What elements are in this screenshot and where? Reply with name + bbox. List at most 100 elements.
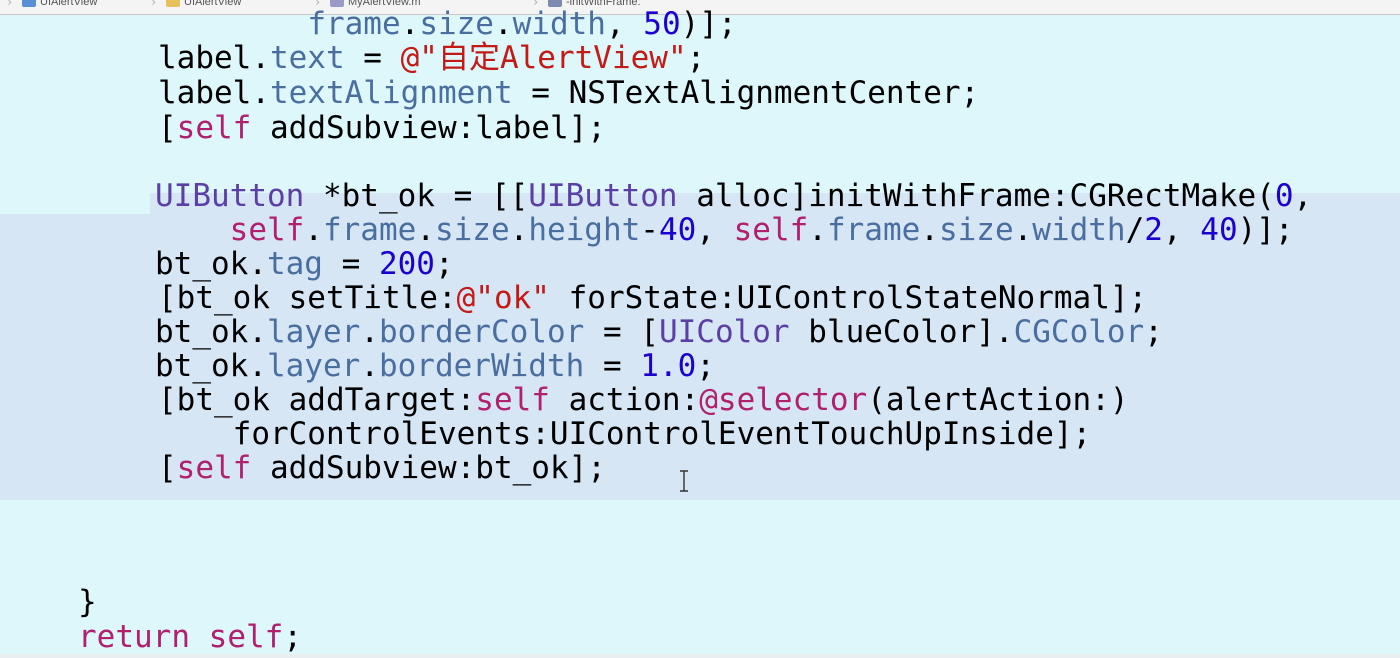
code-token: layer [266, 348, 361, 384]
code-token: size [434, 212, 510, 248]
code-token: = [584, 348, 641, 384]
code-token: alloc]initWithFrame:CGRectMake( [677, 178, 1275, 214]
code-token: = [322, 246, 379, 282]
chevron-right-icon: › [6, 0, 14, 9]
code-token: @selector [699, 382, 868, 418]
code-line[interactable]: frame.size.width, 50)]; [158, 6, 737, 42]
code-token: width [1032, 212, 1126, 248]
code-token: text [269, 40, 345, 76]
code-token: *bt_ok = [[ [304, 178, 529, 214]
code-token: size [938, 212, 1014, 248]
code-token: ; [696, 348, 715, 384]
code-token: . [493, 6, 513, 42]
code-token: self [475, 382, 550, 418]
code-token: 1.0 [640, 348, 697, 384]
code-line[interactable]: [bt_ok setTitle:@"ok" forState:UIControl… [158, 281, 1147, 315]
code-token: . [509, 212, 529, 248]
code-token: layer [266, 314, 361, 350]
code-token: borderColor [378, 314, 585, 350]
code-token: addSubview:label]; [251, 110, 606, 146]
code-token: / [1125, 212, 1145, 248]
code-token: width [512, 6, 606, 42]
code-line[interactable]: return self; [78, 620, 302, 654]
code-token: . [400, 6, 420, 42]
code-line[interactable]: [bt_ok addTarget:self action:@selector(a… [158, 383, 1129, 417]
code-token: )]; [1237, 212, 1294, 248]
code-line[interactable]: forControlEvents:UIControlEventTouchUpIn… [158, 416, 1092, 452]
code-token: UIButton [155, 178, 305, 214]
code-token: @"ok" [456, 280, 550, 316]
code-token: 40 [1200, 212, 1238, 248]
code-line[interactable]: bt_ok.layer.borderWidth = 1.0; [155, 349, 715, 383]
code-token: = [344, 40, 401, 76]
code-line[interactable]: label.text = @"自定AlertView"; [158, 41, 705, 75]
code-token: . [808, 212, 827, 248]
project-icon [22, 0, 36, 7]
code-token: size [419, 6, 494, 42]
code-line[interactable]: } [78, 585, 97, 619]
code-token: = NSTextAlignmentCenter; [512, 75, 980, 111]
code-token: )]; [680, 6, 737, 42]
code-token: (alertAction:) [867, 382, 1129, 418]
code-token: 50 [643, 6, 681, 42]
code-token: return [78, 619, 190, 655]
code-token: 2 [1144, 212, 1163, 248]
code-token: action: [549, 382, 700, 418]
code-line[interactable]: [self addSubview:bt_ok]; [158, 451, 606, 485]
code-token: blueColor]. [789, 314, 1014, 350]
code-token: textAlignment [269, 75, 513, 111]
chevron-right-icon: › [150, 0, 158, 9]
code-token: bt_ok. [155, 314, 267, 350]
code-token: ; [434, 246, 454, 282]
code-token: . [360, 348, 379, 384]
code-token: [ [158, 450, 177, 486]
code-token: addSubview:bt_ok]; [251, 450, 606, 486]
code-token: @"自定AlertView" [400, 40, 687, 76]
code-token: [bt_ok addTarget: [158, 382, 476, 418]
code-line[interactable]: self.frame.size.height-40, self.frame.si… [155, 213, 1294, 247]
code-line[interactable]: [self addSubview:label]; [158, 111, 606, 145]
code-token: , [696, 212, 734, 248]
code-token: ; [686, 40, 706, 76]
code-token: 0 [1274, 178, 1294, 214]
code-token: label. [158, 40, 270, 76]
code-line[interactable]: UIButton *bt_ok = [[UIButton alloc]initW… [155, 179, 1312, 213]
code-token: self [229, 212, 305, 248]
code-token: self [176, 110, 252, 146]
code-token: borderWidth [378, 348, 585, 384]
code-line[interactable]: bt_ok.tag = 200; [155, 247, 454, 281]
code-token: [ [158, 110, 177, 146]
code-token: ; [1144, 314, 1163, 350]
code-token: , [1293, 178, 1313, 214]
code-token: . [920, 212, 939, 248]
jump-bar-item-project[interactable]: UIAlertView [40, 0, 97, 8]
code-token: - [640, 212, 659, 248]
code-line[interactable]: bt_ok.layer.borderColor = [UIColor blueC… [155, 315, 1163, 349]
code-token: frame [307, 6, 401, 42]
code-token: UIColor [658, 314, 790, 350]
code-token: bt_ok. [155, 348, 267, 384]
code-token: . [304, 212, 323, 248]
code-token: . [416, 212, 435, 248]
code-token: self [176, 450, 252, 486]
code-token: bt_ok. [155, 246, 267, 282]
code-token: ; [283, 619, 302, 655]
code-token: height [528, 212, 641, 248]
code-token: forState:UIControlStateNormal]; [549, 280, 1148, 316]
code-token: frame [826, 212, 921, 248]
code-token: frame [322, 212, 417, 248]
code-token: CGColor [1013, 314, 1145, 350]
code-token: forControlEvents:UIControlEventTouchUpIn… [158, 416, 1092, 452]
code-token: , [605, 6, 644, 42]
i-beam-cursor-icon [678, 470, 690, 492]
source-editor[interactable]: frame.size.width, 50)]; label.text = @"自定… [0, 7, 1400, 658]
code-token: , [1162, 212, 1201, 248]
code-token: 200 [378, 246, 435, 282]
code-token: tag [266, 246, 323, 282]
code-token: [bt_ok setTitle: [158, 280, 457, 316]
code-line[interactable]: label.textAlignment = NSTextAlignmentCen… [158, 76, 979, 110]
code-token: UIButton [528, 178, 678, 214]
